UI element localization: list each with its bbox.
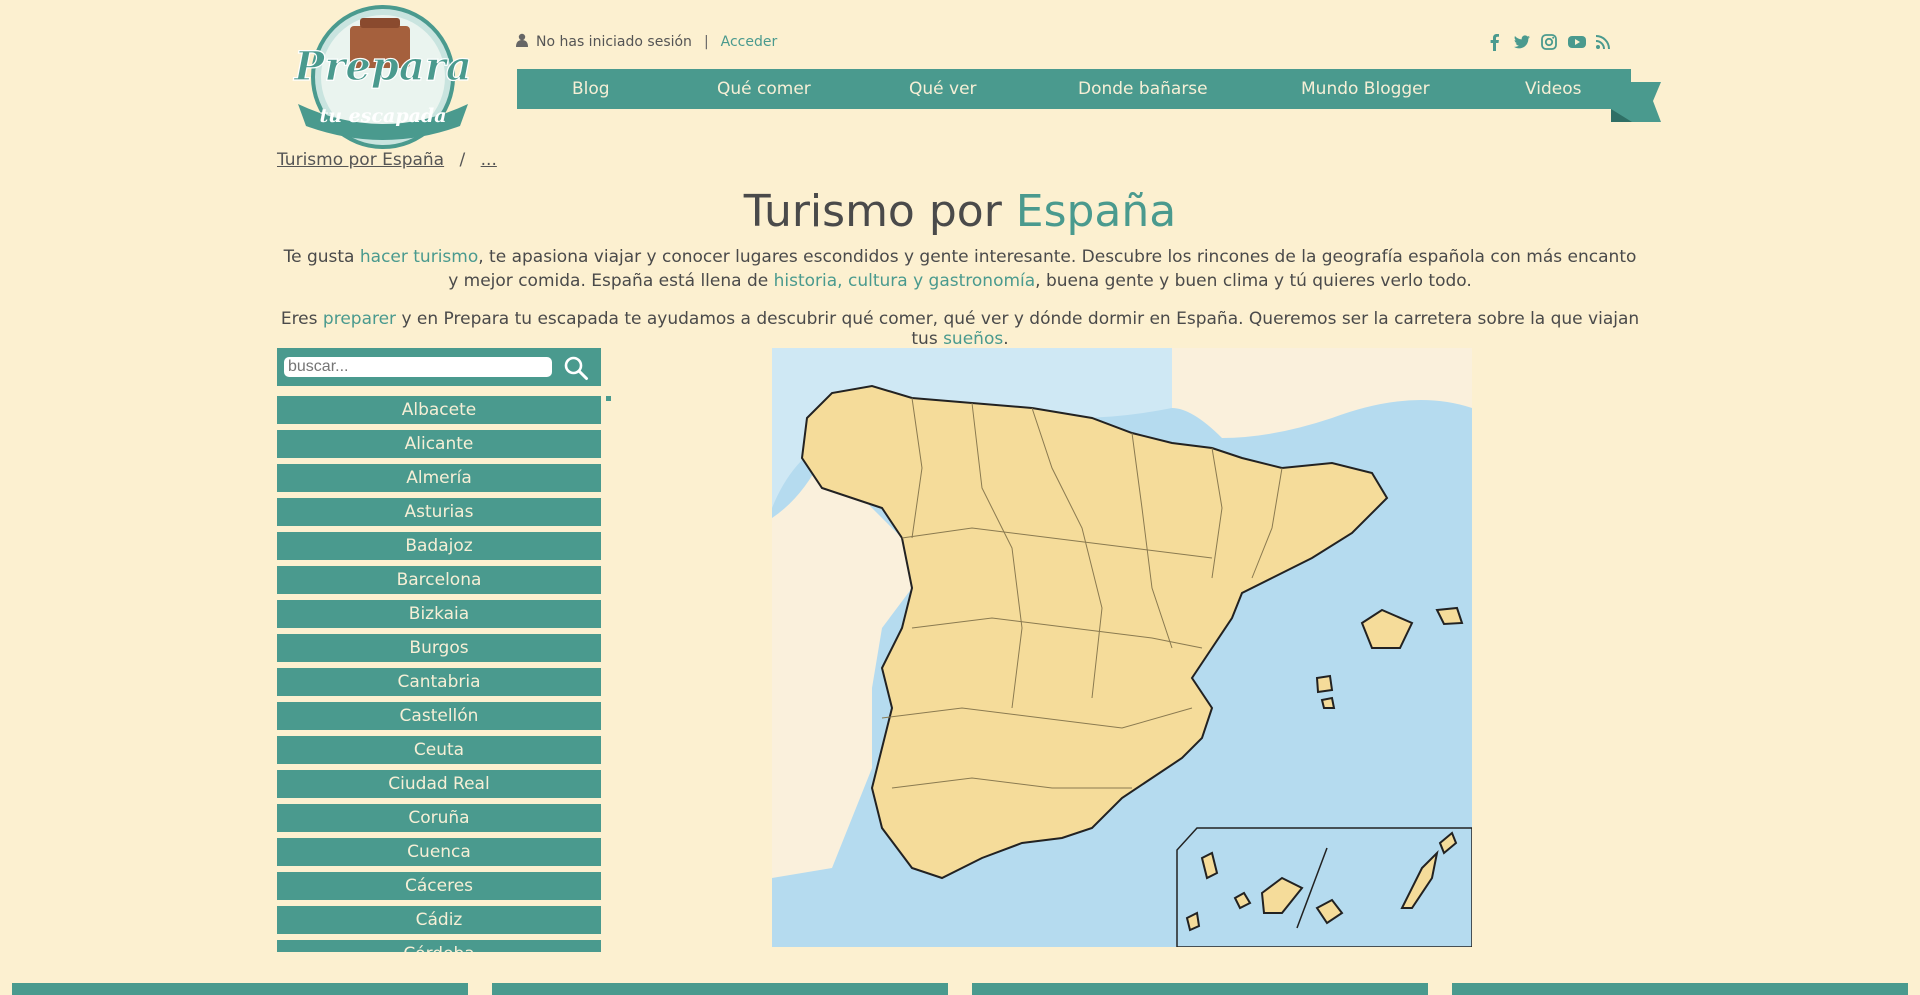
- search-input[interactable]: [284, 357, 552, 377]
- link-hacer-turismo[interactable]: hacer turismo: [360, 247, 478, 267]
- user-icon: [516, 33, 528, 51]
- logo-subtitle: tu escapada: [319, 105, 446, 127]
- list-item[interactable]: Bizkaia: [277, 600, 601, 628]
- footer-button-2[interactable]: [492, 983, 948, 995]
- facebook-icon[interactable]: [1486, 33, 1504, 51]
- intro-text: y en Prepara tu escapada te ayudamos a d…: [396, 309, 1640, 349]
- nav-item-que-ver[interactable]: Qué ver: [909, 79, 977, 99]
- list-item[interactable]: Coruña: [277, 804, 601, 832]
- nav-item-blog[interactable]: Blog: [572, 79, 610, 99]
- list-item[interactable]: Almería: [277, 464, 601, 492]
- intro-text: , buena gente y buen clima y tú quieres …: [1035, 271, 1472, 291]
- list-item[interactable]: Cantabria: [277, 668, 601, 696]
- nav-item-que-comer[interactable]: Qué comer: [717, 79, 811, 99]
- intro-paragraph: Te gusta hacer turismo, te apasiona viaj…: [280, 245, 1640, 293]
- list-item[interactable]: Ciudad Real: [277, 770, 601, 798]
- list-item[interactable]: Cáceres: [277, 872, 601, 900]
- link-historia-cultura[interactable]: historia, cultura y gastronomía: [774, 271, 1036, 291]
- breadcrumb-separator: /: [459, 150, 466, 170]
- list-item[interactable]: Cuenca: [277, 838, 601, 866]
- nav-item-donde-banarse[interactable]: Donde bañarse: [1078, 79, 1208, 99]
- nav-item-videos[interactable]: Videos: [1525, 79, 1582, 99]
- list-item[interactable]: Albacete: [277, 396, 601, 424]
- province-list[interactable]: Albacete Alicante Almería Asturias Badaj…: [277, 396, 601, 952]
- main-nav: Blog Qué comer Qué ver Donde bañarse Mun…: [517, 69, 1631, 109]
- page-title: Turismo por España: [0, 186, 1920, 237]
- twitter-icon[interactable]: [1513, 33, 1531, 51]
- list-item[interactable]: Córdoba: [277, 940, 601, 952]
- intro-paragraph-2: Eres preparer y en Prepara tu escapada t…: [280, 309, 1640, 349]
- search-box: [277, 348, 601, 386]
- scroll-indicator: [606, 396, 611, 401]
- social-icons: [1486, 33, 1612, 51]
- list-item[interactable]: Ceuta: [277, 736, 601, 764]
- footer-button-1[interactable]: [12, 983, 468, 995]
- footer-button-4[interactable]: [1452, 983, 1908, 995]
- list-item[interactable]: Barcelona: [277, 566, 601, 594]
- user-bar: No has iniciado sesión | Acceder: [516, 33, 777, 51]
- breadcrumb: Turismo por España / ...: [277, 150, 497, 170]
- intro-text: Te gusta: [283, 247, 360, 267]
- breadcrumb-home[interactable]: Turismo por España: [277, 150, 444, 170]
- search-icon[interactable]: [563, 355, 589, 381]
- list-item[interactable]: Asturias: [277, 498, 601, 526]
- logo[interactable]: Prepara tu escapada: [288, 4, 478, 150]
- link-suenos[interactable]: sueños: [943, 329, 1003, 349]
- list-item[interactable]: Alicante: [277, 430, 601, 458]
- breadcrumb-more[interactable]: ...: [481, 150, 497, 170]
- user-separator: |: [703, 34, 709, 50]
- user-status: No has iniciado sesión: [536, 34, 692, 50]
- list-item[interactable]: Castellón: [277, 702, 601, 730]
- canary-inset: [1176, 827, 1472, 947]
- instagram-icon[interactable]: [1540, 33, 1558, 51]
- nav-item-mundo-blogger[interactable]: Mundo Blogger: [1301, 79, 1430, 99]
- nav-ribbon-tail: [1611, 82, 1661, 122]
- youtube-icon[interactable]: [1567, 33, 1586, 51]
- page-title-main: Turismo por: [743, 186, 1016, 237]
- intro-text: Eres: [280, 309, 323, 329]
- login-link[interactable]: Acceder: [721, 34, 778, 50]
- list-item[interactable]: Cádiz: [277, 906, 601, 934]
- link-preparer[interactable]: preparer: [323, 309, 396, 329]
- list-item[interactable]: Burgos: [277, 634, 601, 662]
- rss-icon[interactable]: [1594, 33, 1612, 51]
- spain-map[interactable]: [772, 348, 1472, 947]
- logo-title: Prepara: [293, 43, 471, 90]
- footer-button-3[interactable]: [972, 983, 1428, 995]
- page-title-accent: España: [1015, 186, 1177, 237]
- intro-text: .: [1003, 329, 1009, 349]
- list-item[interactable]: Badajoz: [277, 532, 601, 560]
